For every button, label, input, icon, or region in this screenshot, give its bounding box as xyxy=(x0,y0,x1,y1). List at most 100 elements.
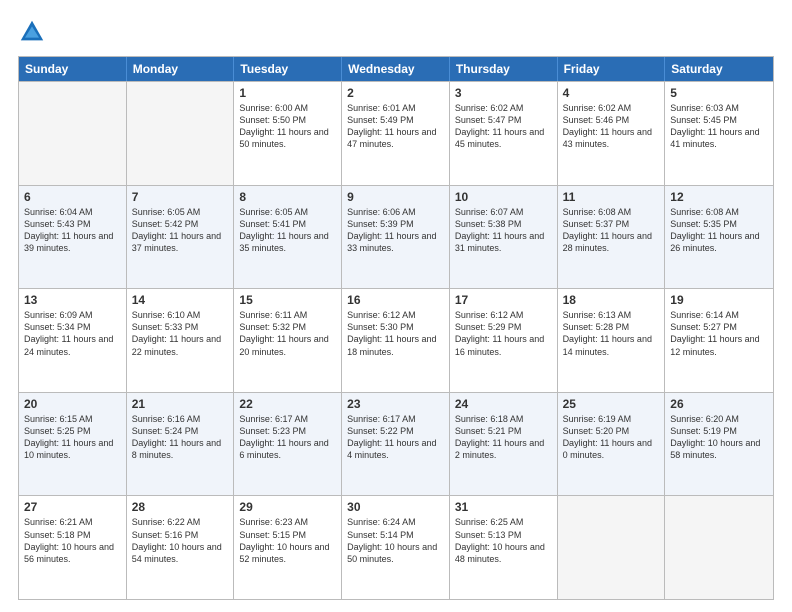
calendar-cell-3-4: 16 Sunrise: 6:12 AM Sunset: 5:30 PM Dayli… xyxy=(342,289,450,392)
cell-info: Sunrise: 6:01 AM Sunset: 5:49 PM Dayligh… xyxy=(347,102,444,151)
day-number: 8 xyxy=(239,190,336,204)
calendar: SundayMondayTuesdayWednesdayThursdayFrid… xyxy=(18,56,774,600)
calendar-cell-2-3: 8 Sunrise: 6:05 AM Sunset: 5:41 PM Daylig… xyxy=(234,186,342,289)
cell-info: Sunrise: 6:02 AM Sunset: 5:47 PM Dayligh… xyxy=(455,102,552,151)
calendar-cell-5-5: 31 Sunrise: 6:25 AM Sunset: 5:13 PM Dayli… xyxy=(450,496,558,599)
calendar-cell-3-2: 14 Sunrise: 6:10 AM Sunset: 5:33 PM Dayli… xyxy=(127,289,235,392)
cell-info: Sunrise: 6:19 AM Sunset: 5:20 PM Dayligh… xyxy=(563,413,660,462)
cell-info: Sunrise: 6:25 AM Sunset: 5:13 PM Dayligh… xyxy=(455,516,552,565)
calendar-week-2: 6 Sunrise: 6:04 AM Sunset: 5:43 PM Daylig… xyxy=(19,185,773,289)
calendar-cell-5-1: 27 Sunrise: 6:21 AM Sunset: 5:18 PM Dayli… xyxy=(19,496,127,599)
logo xyxy=(18,18,50,46)
cell-info: Sunrise: 6:22 AM Sunset: 5:16 PM Dayligh… xyxy=(132,516,229,565)
cell-info: Sunrise: 6:04 AM Sunset: 5:43 PM Dayligh… xyxy=(24,206,121,255)
day-number: 14 xyxy=(132,293,229,307)
calendar-cell-2-1: 6 Sunrise: 6:04 AM Sunset: 5:43 PM Daylig… xyxy=(19,186,127,289)
day-number: 5 xyxy=(670,86,768,100)
day-number: 25 xyxy=(563,397,660,411)
calendar-cell-2-5: 10 Sunrise: 6:07 AM Sunset: 5:38 PM Dayli… xyxy=(450,186,558,289)
calendar-cell-4-1: 20Sunrise: 6:15 AM Sunset: 5:25 PM Dayli… xyxy=(19,393,127,496)
calendar-cell-4-2: 21 Sunrise: 6:16 AM Sunset: 5:24 PM Dayli… xyxy=(127,393,235,496)
day-number: 18 xyxy=(563,293,660,307)
calendar-cell-5-7 xyxy=(665,496,773,599)
logo-icon xyxy=(18,18,46,46)
cell-info: Sunrise: 6:21 AM Sunset: 5:18 PM Dayligh… xyxy=(24,516,121,565)
calendar-cell-4-7: 26 Sunrise: 6:20 AM Sunset: 5:19 PM Dayli… xyxy=(665,393,773,496)
day-number: 19 xyxy=(670,293,768,307)
day-number: 3 xyxy=(455,86,552,100)
calendar-cell-1-1 xyxy=(19,82,127,185)
cell-info: Sunrise: 6:15 AM Sunset: 5:25 PM Dayligh… xyxy=(24,413,121,462)
day-number: 4 xyxy=(563,86,660,100)
cell-info: Sunrise: 6:08 AM Sunset: 5:37 PM Dayligh… xyxy=(563,206,660,255)
calendar-cell-4-5: 24Sunrise: 6:18 AM Sunset: 5:21 PM Dayli… xyxy=(450,393,558,496)
day-number: 27 xyxy=(24,500,121,514)
calendar-cell-2-2: 7Sunrise: 6:05 AM Sunset: 5:42 PM Daylig… xyxy=(127,186,235,289)
calendar-cell-2-7: 12 Sunrise: 6:08 AM Sunset: 5:35 PM Dayli… xyxy=(665,186,773,289)
calendar-week-1: 1Sunrise: 6:00 AM Sunset: 5:50 PM Daylig… xyxy=(19,81,773,185)
cell-info: Sunrise: 6:10 AM Sunset: 5:33 PM Dayligh… xyxy=(132,309,229,358)
calendar-cell-5-3: 29 Sunrise: 6:23 AM Sunset: 5:15 PM Dayli… xyxy=(234,496,342,599)
calendar-cell-5-4: 30 Sunrise: 6:24 AM Sunset: 5:14 PM Dayli… xyxy=(342,496,450,599)
calendar-cell-5-6 xyxy=(558,496,666,599)
calendar-week-5: 27 Sunrise: 6:21 AM Sunset: 5:18 PM Dayli… xyxy=(19,495,773,599)
day-number: 6 xyxy=(24,190,121,204)
cell-info: Sunrise: 6:05 AM Sunset: 5:41 PM Dayligh… xyxy=(239,206,336,255)
header-day-wednesday: Wednesday xyxy=(342,57,450,81)
cell-info: Sunrise: 6:16 AM Sunset: 5:24 PM Dayligh… xyxy=(132,413,229,462)
cell-info: Sunrise: 6:07 AM Sunset: 5:38 PM Dayligh… xyxy=(455,206,552,255)
day-number: 1 xyxy=(239,86,336,100)
calendar-cell-3-5: 17Sunrise: 6:12 AM Sunset: 5:29 PM Dayli… xyxy=(450,289,558,392)
cell-info: Sunrise: 6:06 AM Sunset: 5:39 PM Dayligh… xyxy=(347,206,444,255)
day-number: 26 xyxy=(670,397,768,411)
cell-info: Sunrise: 6:03 AM Sunset: 5:45 PM Dayligh… xyxy=(670,102,768,151)
header-day-sunday: Sunday xyxy=(19,57,127,81)
cell-info: Sunrise: 6:13 AM Sunset: 5:28 PM Dayligh… xyxy=(563,309,660,358)
day-number: 13 xyxy=(24,293,121,307)
day-number: 11 xyxy=(563,190,660,204)
day-number: 29 xyxy=(239,500,336,514)
calendar-cell-3-1: 13Sunrise: 6:09 AM Sunset: 5:34 PM Dayli… xyxy=(19,289,127,392)
cell-info: Sunrise: 6:20 AM Sunset: 5:19 PM Dayligh… xyxy=(670,413,768,462)
header-day-friday: Friday xyxy=(558,57,666,81)
cell-info: Sunrise: 6:11 AM Sunset: 5:32 PM Dayligh… xyxy=(239,309,336,358)
day-number: 16 xyxy=(347,293,444,307)
calendar-cell-2-6: 11 Sunrise: 6:08 AM Sunset: 5:37 PM Dayli… xyxy=(558,186,666,289)
header-day-tuesday: Tuesday xyxy=(234,57,342,81)
day-number: 23 xyxy=(347,397,444,411)
cell-info: Sunrise: 6:08 AM Sunset: 5:35 PM Dayligh… xyxy=(670,206,768,255)
calendar-cell-1-5: 3 Sunrise: 6:02 AM Sunset: 5:47 PM Daylig… xyxy=(450,82,558,185)
calendar-cell-1-4: 2 Sunrise: 6:01 AM Sunset: 5:49 PM Daylig… xyxy=(342,82,450,185)
day-number: 30 xyxy=(347,500,444,514)
day-number: 15 xyxy=(239,293,336,307)
cell-info: Sunrise: 6:17 AM Sunset: 5:23 PM Dayligh… xyxy=(239,413,336,462)
calendar-cell-4-6: 25 Sunrise: 6:19 AM Sunset: 5:20 PM Dayli… xyxy=(558,393,666,496)
calendar-cell-3-3: 15 Sunrise: 6:11 AM Sunset: 5:32 PM Dayli… xyxy=(234,289,342,392)
header-day-thursday: Thursday xyxy=(450,57,558,81)
cell-info: Sunrise: 6:24 AM Sunset: 5:14 PM Dayligh… xyxy=(347,516,444,565)
cell-info: Sunrise: 6:12 AM Sunset: 5:30 PM Dayligh… xyxy=(347,309,444,358)
calendar-cell-5-2: 28 Sunrise: 6:22 AM Sunset: 5:16 PM Dayli… xyxy=(127,496,235,599)
cell-info: Sunrise: 6:14 AM Sunset: 5:27 PM Dayligh… xyxy=(670,309,768,358)
calendar-cell-1-3: 1Sunrise: 6:00 AM Sunset: 5:50 PM Daylig… xyxy=(234,82,342,185)
day-number: 9 xyxy=(347,190,444,204)
calendar-week-4: 20Sunrise: 6:15 AM Sunset: 5:25 PM Dayli… xyxy=(19,392,773,496)
day-number: 10 xyxy=(455,190,552,204)
cell-info: Sunrise: 6:23 AM Sunset: 5:15 PM Dayligh… xyxy=(239,516,336,565)
calendar-body: 1Sunrise: 6:00 AM Sunset: 5:50 PM Daylig… xyxy=(19,81,773,599)
day-number: 7 xyxy=(132,190,229,204)
day-number: 12 xyxy=(670,190,768,204)
header xyxy=(18,18,774,46)
header-day-monday: Monday xyxy=(127,57,235,81)
day-number: 31 xyxy=(455,500,552,514)
cell-info: Sunrise: 6:02 AM Sunset: 5:46 PM Dayligh… xyxy=(563,102,660,151)
calendar-cell-1-7: 5 Sunrise: 6:03 AM Sunset: 5:45 PM Daylig… xyxy=(665,82,773,185)
calendar-cell-1-6: 4 Sunrise: 6:02 AM Sunset: 5:46 PM Daylig… xyxy=(558,82,666,185)
calendar-cell-4-3: 22Sunrise: 6:17 AM Sunset: 5:23 PM Dayli… xyxy=(234,393,342,496)
calendar-cell-1-2 xyxy=(127,82,235,185)
day-number: 2 xyxy=(347,86,444,100)
calendar-cell-2-4: 9 Sunrise: 6:06 AM Sunset: 5:39 PM Daylig… xyxy=(342,186,450,289)
day-number: 21 xyxy=(132,397,229,411)
day-number: 28 xyxy=(132,500,229,514)
day-number: 24 xyxy=(455,397,552,411)
